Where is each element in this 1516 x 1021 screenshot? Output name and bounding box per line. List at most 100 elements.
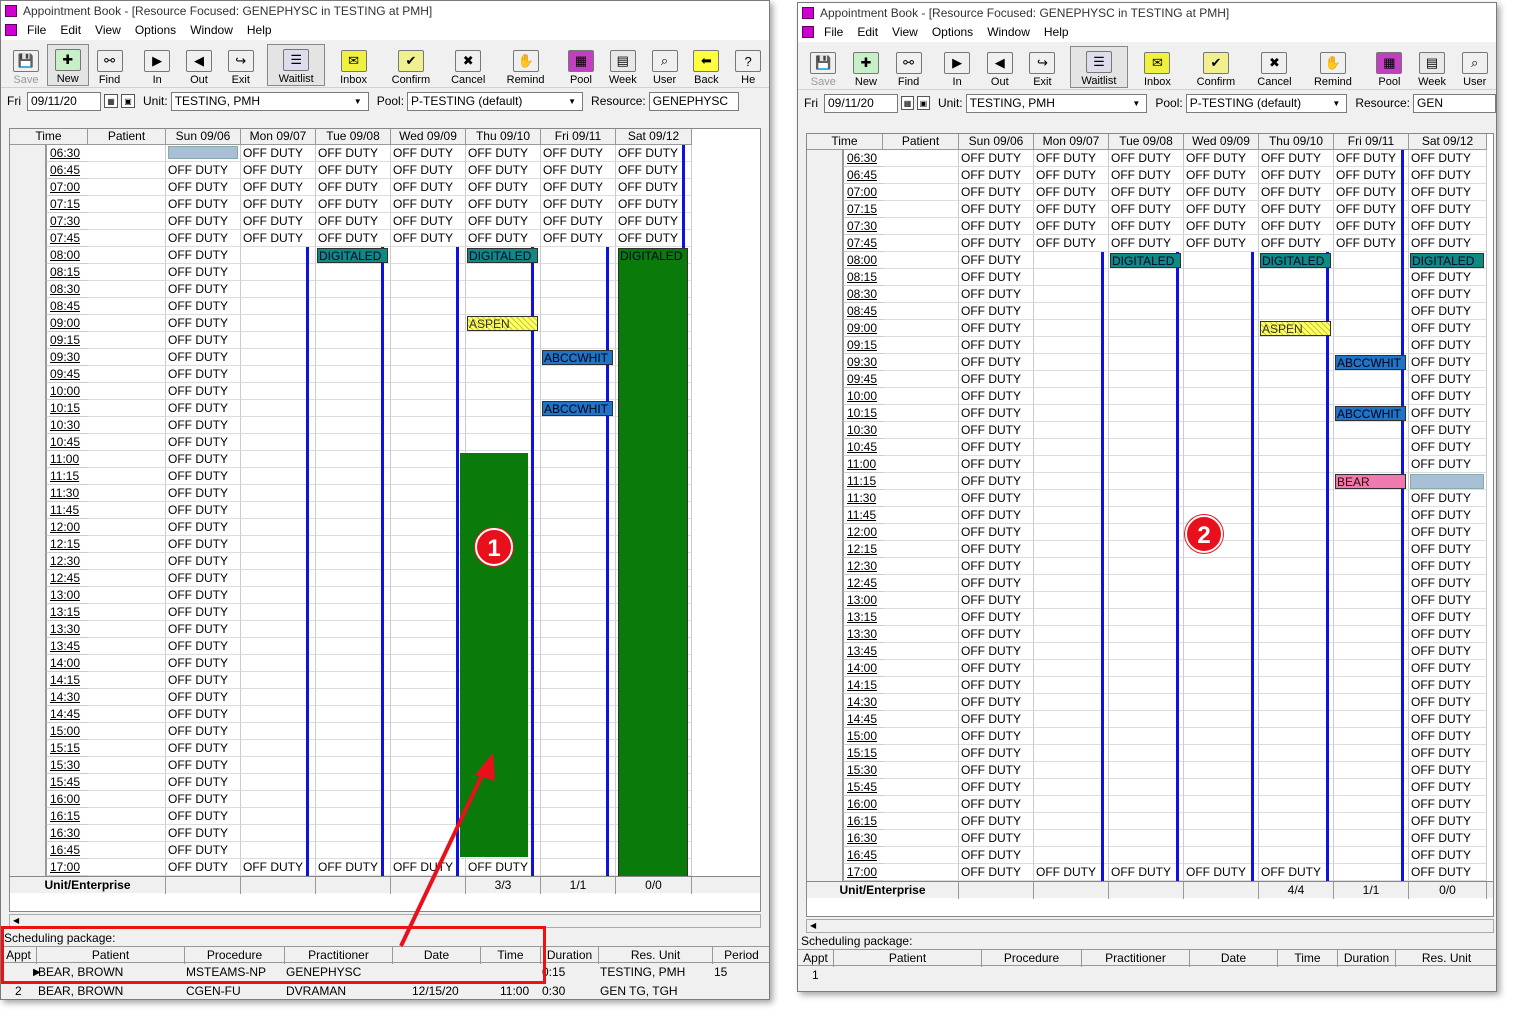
toolbar-save-button[interactable]: 💾 Save bbox=[5, 44, 47, 86]
time-slot[interactable]: 09:30 bbox=[843, 354, 885, 371]
time-slot[interactable]: 15:15 bbox=[46, 740, 90, 757]
schedule-cell[interactable] bbox=[466, 366, 541, 383]
schedule-cell[interactable]: OFF DUTY bbox=[1409, 830, 1487, 847]
schedule-cell[interactable]: OFF DUTY bbox=[959, 830, 1034, 847]
patient-cell[interactable] bbox=[883, 184, 959, 201]
schedule-cell[interactable]: OFF DUTY bbox=[959, 150, 1034, 167]
schedule-cell[interactable] bbox=[466, 332, 541, 349]
schedule-cell[interactable] bbox=[391, 332, 466, 349]
column-header-time[interactable]: Time bbox=[807, 134, 883, 150]
column-header-mon-09-07[interactable]: Mon 09/07 bbox=[241, 129, 316, 145]
column-header-wed-09-09[interactable]: Wed 09/09 bbox=[391, 129, 466, 145]
schedule-cell[interactable]: OFF DUTY bbox=[1409, 728, 1487, 745]
schedule-cell[interactable] bbox=[316, 434, 391, 451]
schedule-cell[interactable]: OFF DUTY bbox=[1409, 286, 1487, 303]
time-slot[interactable]: 16:15 bbox=[46, 808, 90, 825]
schedule-cell[interactable] bbox=[241, 400, 316, 417]
schedule-cell[interactable] bbox=[541, 825, 616, 842]
schedule-cell[interactable]: OFF DUTY bbox=[166, 740, 241, 757]
patient-cell[interactable] bbox=[883, 405, 959, 422]
schedule-cell[interactable] bbox=[391, 672, 466, 689]
schedule-cell[interactable]: OFF DUTY bbox=[241, 213, 316, 230]
schedule-cell[interactable] bbox=[541, 451, 616, 468]
time-slot[interactable]: 06:45 bbox=[843, 167, 885, 184]
schedule-cell[interactable]: OFF DUTY bbox=[1409, 354, 1487, 371]
schedule-cell[interactable] bbox=[391, 570, 466, 587]
schedule-cell[interactable] bbox=[1334, 320, 1409, 337]
scroll-left-icon[interactable]: ◀ bbox=[13, 916, 19, 925]
patient-cell[interactable] bbox=[88, 196, 166, 213]
schedule-cell[interactable]: OFF DUTY bbox=[166, 298, 241, 315]
schedule-cell[interactable] bbox=[391, 536, 466, 553]
schedule-cell[interactable]: OFF DUTY bbox=[541, 145, 616, 162]
time-slot[interactable]: 07:15 bbox=[843, 201, 885, 218]
patient-cell[interactable] bbox=[883, 320, 959, 337]
schedule-cell[interactable] bbox=[1259, 456, 1334, 473]
time-slot[interactable]: 16:00 bbox=[843, 796, 885, 813]
patient-cell[interactable] bbox=[88, 672, 166, 689]
column-header-fri-09-11[interactable]: Fri 09/11 bbox=[541, 129, 616, 145]
schedule-cell[interactable]: OFF DUTY bbox=[166, 451, 241, 468]
schedule-cell[interactable] bbox=[316, 774, 391, 791]
schedule-cell[interactable]: OFF DUTY bbox=[959, 728, 1034, 745]
patient-cell[interactable] bbox=[883, 252, 959, 269]
toolbar-save-button[interactable]: 💾 Save bbox=[802, 46, 845, 88]
schedule-cell[interactable] bbox=[1109, 388, 1184, 405]
patient-cell[interactable] bbox=[883, 677, 959, 694]
package-column-period[interactable]: Period bbox=[713, 947, 769, 964]
time-slot[interactable]: 09:00 bbox=[46, 315, 90, 332]
schedule-cell[interactable] bbox=[541, 706, 616, 723]
schedule-cell[interactable]: OFF DUTY bbox=[541, 196, 616, 213]
schedule-cell[interactable] bbox=[241, 485, 316, 502]
column-header-sun-09-06[interactable]: Sun 09/06 bbox=[166, 129, 241, 145]
schedule-cell[interactable] bbox=[391, 842, 466, 859]
time-slot[interactable]: 16:45 bbox=[843, 847, 885, 864]
menu-edit[interactable]: Edit bbox=[60, 23, 81, 37]
column-header-sun-09-06[interactable]: Sun 09/06 bbox=[959, 134, 1034, 150]
schedule-cell[interactable] bbox=[1259, 558, 1334, 575]
schedule-cell[interactable] bbox=[1334, 252, 1409, 269]
time-slot[interactable]: 06:30 bbox=[46, 145, 90, 162]
schedule-cell[interactable] bbox=[1184, 660, 1259, 677]
schedule-cell[interactable] bbox=[391, 298, 466, 315]
schedule-cell[interactable] bbox=[1034, 422, 1109, 439]
schedule-cell[interactable] bbox=[1334, 507, 1409, 524]
schedule-cell[interactable] bbox=[1259, 728, 1334, 745]
schedule-cell[interactable] bbox=[1334, 728, 1409, 745]
schedule-cell[interactable]: OFF DUTY bbox=[1034, 218, 1109, 235]
time-slot[interactable]: 10:15 bbox=[46, 400, 90, 417]
schedule-cell[interactable]: OFF DUTY bbox=[959, 711, 1034, 728]
schedule-cell[interactable] bbox=[1109, 524, 1184, 541]
patient-cell[interactable] bbox=[88, 740, 166, 757]
patient-cell[interactable] bbox=[88, 434, 166, 451]
schedule-cell[interactable]: OFF DUTY bbox=[1259, 235, 1334, 252]
schedule-cell[interactable] bbox=[316, 825, 391, 842]
schedule-cell[interactable] bbox=[1109, 337, 1184, 354]
schedule-cell[interactable] bbox=[316, 638, 391, 655]
schedule-cell[interactable] bbox=[241, 723, 316, 740]
toolbar-new-button[interactable]: ✚ New bbox=[46, 44, 89, 86]
schedule-cell[interactable]: OFF DUTY bbox=[1184, 218, 1259, 235]
schedule-cell[interactable]: OFF DUTY bbox=[166, 332, 241, 349]
appointment-block[interactable]: BEAR bbox=[1335, 474, 1406, 489]
patient-cell[interactable] bbox=[883, 490, 959, 507]
schedule-cell[interactable] bbox=[541, 808, 616, 825]
schedule-cell[interactable] bbox=[316, 604, 391, 621]
schedule-cell[interactable] bbox=[241, 417, 316, 434]
schedule-cell[interactable] bbox=[241, 740, 316, 757]
calendar-today-icon[interactable]: ▣ bbox=[916, 96, 930, 110]
schedule-cell[interactable] bbox=[1259, 354, 1334, 371]
schedule-cell[interactable] bbox=[1259, 711, 1334, 728]
schedule-cell[interactable] bbox=[1259, 626, 1334, 643]
schedule-cell[interactable]: OFF DUTY bbox=[166, 485, 241, 502]
schedule-cell[interactable]: OFF DUTY bbox=[166, 536, 241, 553]
schedule-cell[interactable] bbox=[391, 315, 466, 332]
schedule-cell[interactable] bbox=[541, 247, 616, 264]
schedule-cell[interactable] bbox=[391, 757, 466, 774]
schedule-cell[interactable] bbox=[391, 706, 466, 723]
time-slot[interactable]: 10:00 bbox=[843, 388, 885, 405]
patient-cell[interactable] bbox=[883, 609, 959, 626]
patient-cell[interactable] bbox=[88, 298, 166, 315]
schedule-cell[interactable]: OFF DUTY bbox=[1409, 507, 1487, 524]
schedule-cell[interactable] bbox=[1034, 541, 1109, 558]
